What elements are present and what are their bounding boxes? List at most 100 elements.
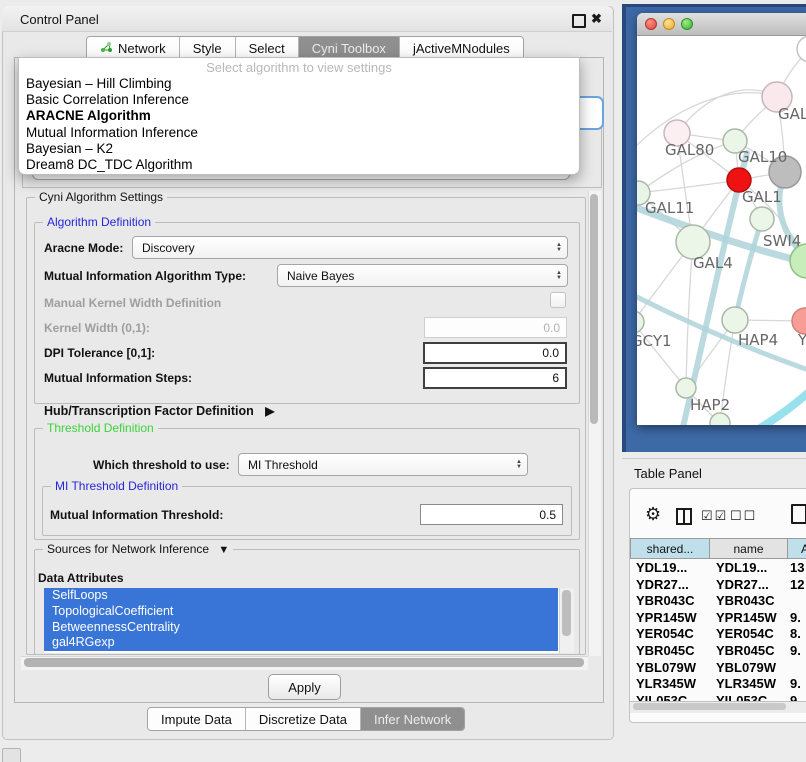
- table-row[interactable]: YLR345WYLR345W9.: [630, 676, 806, 693]
- table-row[interactable]: YDR27...YDR27...12: [630, 577, 806, 594]
- cell-partial: 8.: [788, 626, 806, 643]
- cell-name: YER054C: [710, 626, 788, 643]
- network-icon: [100, 41, 113, 56]
- dpi-tolerance-field[interactable]: 0.0: [423, 342, 567, 364]
- algorithm-placeholder: Select algorithm to view settings: [19, 60, 579, 76]
- hub-definition-label: Hub/Transcription Factor Definition: [44, 404, 254, 418]
- network-edge-thick: [755, 385, 806, 425]
- cell-name: YPR145W: [710, 610, 788, 627]
- cell-shared-name: YDL19...: [630, 560, 710, 577]
- network-node-label: GAL11: [645, 199, 694, 217]
- table-row[interactable]: YBR045CYBR045C9.: [630, 643, 806, 660]
- algorithm-option[interactable]: Basic Correlation Inference: [19, 92, 579, 108]
- tab-infer-network[interactable]: Infer Network: [360, 708, 464, 730]
- cell-shared-name: YBL079W: [630, 660, 710, 677]
- network-node-label: GAL4: [693, 254, 733, 272]
- select-all-icon[interactable]: ☑☑: [701, 508, 728, 524]
- column-header-name[interactable]: name: [709, 538, 788, 559]
- split-columns-icon[interactable]: [676, 508, 692, 525]
- which-threshold-select[interactable]: MI Threshold ▲▼: [238, 453, 528, 476]
- network-node[interactable]: [637, 311, 644, 333]
- bottom-left-partial-button[interactable]: [2, 748, 21, 762]
- cell-partial: 13: [788, 560, 806, 577]
- manual-kernel-label: Manual Kernel Width Definition: [44, 296, 221, 310]
- tab-label: Impute Data: [161, 712, 232, 727]
- tab-style[interactable]: Style: [179, 37, 235, 59]
- float-window-icon[interactable]: [572, 14, 586, 28]
- table-row[interactable]: YPR145WYPR145W9.: [630, 610, 806, 627]
- expand-right-icon[interactable]: ▶: [265, 404, 274, 418]
- network-node-label: GCY1: [637, 332, 672, 350]
- cell-partial: 9.: [788, 676, 806, 693]
- network-node-label: HAP2: [690, 396, 730, 414]
- attribute-item[interactable]: gal4RGexp: [44, 635, 558, 651]
- table-row[interactable]: YDL19...YDL19...13: [630, 560, 806, 577]
- gear-icon[interactable]: ⚙: [645, 504, 661, 525]
- settings-vertical-thumb[interactable]: [590, 194, 598, 424]
- network-edge-thick: [735, 219, 762, 320]
- table-horizontal-thumb[interactable]: [633, 703, 786, 710]
- kernel-width-label: Kernel Width (0,1):: [44, 321, 150, 335]
- file-icon[interactable]: [791, 504, 806, 524]
- deselect-all-icon[interactable]: ☐☐: [730, 508, 757, 524]
- network-node[interactable]: [750, 207, 774, 231]
- attribute-item[interactable]: TopologicalCoefficient: [44, 604, 558, 620]
- table-row[interactable]: YER054CYER054C8.: [630, 626, 806, 643]
- cell-partial: [788, 660, 806, 677]
- cyni-algorithm-settings-title: Cyni Algorithm Settings: [35, 190, 167, 204]
- cell-shared-name: YDR27...: [630, 577, 710, 594]
- network-node[interactable]: [722, 307, 748, 333]
- algorithm-option[interactable]: Bayesian – K2: [19, 141, 579, 157]
- attributes-scrollbar[interactable]: [559, 588, 574, 653]
- settings-horizontal-thumb[interactable]: [24, 658, 584, 667]
- network-node[interactable]: [797, 36, 806, 62]
- mi-steps-field[interactable]: 6: [423, 367, 567, 389]
- combo-arrows-icon: ▲▼: [556, 243, 562, 253]
- mi-steps-label: Mutual Information Steps:: [44, 371, 192, 385]
- tab-network[interactable]: Network: [87, 37, 179, 59]
- aracne-mode-select[interactable]: Discovery ▲▼: [132, 236, 568, 259]
- network-node-label: GAL80: [665, 141, 714, 159]
- algorithm-option[interactable]: Mutual Information Inference: [19, 125, 579, 141]
- network-node[interactable]: [676, 378, 696, 398]
- manual-kernel-checkbox[interactable]: [550, 292, 566, 308]
- tab-jactivemnodules[interactable]: jActiveMNodules: [399, 37, 523, 59]
- apply-button[interactable]: Apply: [268, 674, 341, 700]
- minimize-traffic-light[interactable]: [663, 18, 675, 30]
- hub-definition-toggle[interactable]: Hub/Transcription Factor Definition ▶: [44, 404, 274, 418]
- algorithm-option[interactable]: Dream8 DC_TDC Algorithm: [19, 157, 579, 173]
- table-row[interactable]: YBR043CYBR043C: [630, 593, 806, 610]
- cell-name: YBR045C: [710, 643, 788, 660]
- cell-shared-name: YBR045C: [630, 643, 710, 660]
- attributes-scrollbar-thumb[interactable]: [562, 590, 571, 636]
- tab-impute-data[interactable]: Impute Data: [148, 708, 245, 730]
- tab-cyni-toolbox[interactable]: Cyni Toolbox: [298, 37, 399, 59]
- mi-type-select[interactable]: Naive Bayes ▲▼: [277, 264, 568, 287]
- table-row[interactable]: YBL079WYBL079W: [630, 660, 806, 677]
- collapse-down-icon[interactable]: ▼: [218, 544, 229, 556]
- close-icon[interactable]: ✖: [591, 11, 602, 27]
- cell-name: YLR345W: [710, 676, 788, 693]
- attribute-item[interactable]: BetweennessCentrality: [44, 620, 558, 636]
- node-table: YDL19...YDL19...13YDR27...YDR27...12YBR0…: [630, 560, 806, 702]
- network-canvas[interactable]: GALGAL80GAL10GAL1GAL11SWI4GAL4GCY1HAP4YH…: [637, 35, 806, 425]
- network-node-label: GAL10: [738, 148, 787, 166]
- zoom-traffic-light[interactable]: [681, 18, 693, 30]
- data-attributes-list[interactable]: SelfLoopsTopologicalCoefficientBetweenne…: [44, 588, 574, 653]
- algorithm-option[interactable]: ARACNE Algorithm: [19, 108, 579, 124]
- tab-label: Infer Network: [374, 712, 451, 727]
- network-node[interactable]: [710, 413, 730, 425]
- column-header-partial[interactable]: A: [787, 538, 806, 559]
- column-header-shared[interactable]: shared...: [630, 538, 710, 559]
- attribute-item[interactable]: SelfLoops: [44, 588, 558, 604]
- close-traffic-light[interactable]: [645, 18, 657, 30]
- tab-discretize-data[interactable]: Discretize Data: [245, 708, 360, 730]
- sources-group-title: Sources for Network Inference ▼: [43, 542, 233, 556]
- cell-shared-name: YLR345W: [630, 676, 710, 693]
- network-node-label: SWI4: [763, 232, 801, 250]
- algorithm-option[interactable]: Bayesian – Hill Climbing: [19, 76, 579, 92]
- mi-threshold-field[interactable]: 0.5: [420, 504, 563, 525]
- tab-select[interactable]: Select: [235, 37, 298, 59]
- network-window: GALGAL80GAL10GAL1GAL11SWI4GAL4GCY1HAP4YH…: [637, 13, 806, 425]
- aracne-mode-value: Discovery: [142, 241, 195, 255]
